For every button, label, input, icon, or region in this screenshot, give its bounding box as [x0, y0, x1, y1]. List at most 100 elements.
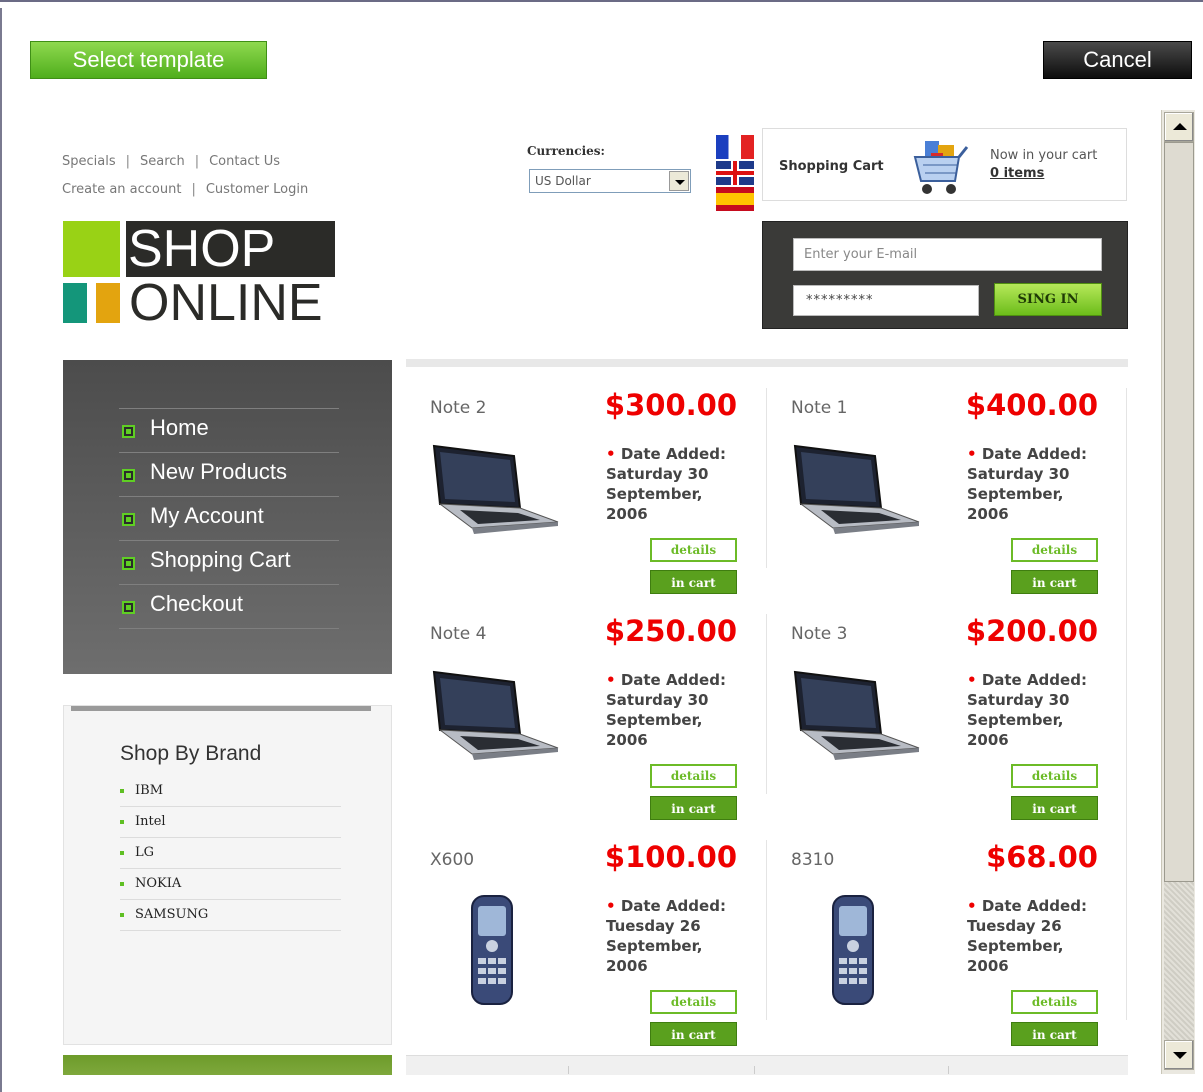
sidebar-item-label: New Products — [150, 459, 287, 484]
brand-item-nokia[interactable]: NOKIA — [120, 869, 341, 900]
date-added-label: Date Added: — [981, 897, 1087, 915]
brand-item-lg[interactable]: LG — [120, 838, 341, 869]
details-button[interactable]: details — [1011, 538, 1098, 562]
product-date: • Date Added: Saturday 30 September, 2006 — [967, 444, 1107, 524]
sidebar-bottom-bar — [63, 1055, 392, 1075]
date-added-value: Saturday 30 September, 2006 — [967, 691, 1070, 749]
date-added-value: Saturday 30 September, 2006 — [606, 691, 709, 749]
product-price: $300.00 — [604, 388, 737, 422]
link-separator: | — [125, 154, 131, 169]
product-price: $250.00 — [604, 614, 737, 648]
currencies-label: Currencies: — [527, 144, 605, 158]
laptop-image-icon[interactable] — [416, 438, 566, 558]
details-button[interactable]: details — [1011, 990, 1098, 1014]
phone-image-icon[interactable] — [777, 890, 927, 1010]
window-frame-top — [0, 0, 1203, 10]
in-cart-button[interactable]: in cart — [650, 796, 737, 820]
currency-select[interactable]: US Dollar — [529, 169, 691, 193]
sidebar-item-home[interactable]: Home — [119, 408, 339, 452]
logo-text-online: ONLINE — [129, 274, 323, 332]
link-contact-us[interactable]: Contact Us — [209, 154, 280, 169]
laptop-image-icon[interactable] — [777, 664, 927, 784]
product-name[interactable]: Note 1 — [791, 398, 847, 418]
logo-green-square — [63, 221, 120, 277]
spain-flag-icon[interactable] — [716, 187, 754, 211]
logo-text-shop: SHOP — [126, 221, 335, 277]
product-name[interactable]: Note 3 — [791, 624, 847, 644]
chevron-down-icon[interactable] — [669, 171, 689, 191]
sign-in-button[interactable]: SING IN — [994, 283, 1102, 316]
shop-by-brand-title: Shop By Brand — [120, 742, 262, 765]
uk-flag-icon[interactable] — [716, 161, 754, 185]
bullet-icon: • — [606, 671, 621, 689]
sidebar-item-new-products[interactable]: New Products — [119, 452, 339, 496]
brand-label: SAMSUNG — [135, 907, 209, 922]
in-cart-button[interactable]: in cart — [1011, 1022, 1098, 1046]
details-button[interactable]: details — [650, 764, 737, 788]
sidebar-item-shopping-cart[interactable]: Shopping Cart — [119, 540, 339, 584]
date-added-label: Date Added: — [620, 445, 726, 463]
email-field[interactable]: Enter your E-mail — [793, 238, 1102, 271]
phone-image-icon[interactable] — [416, 890, 566, 1010]
in-cart-button[interactable]: in cart — [1011, 796, 1098, 820]
product-card: Note 1 $400.00 • Date Added: Saturday 30 Se… — [767, 388, 1118, 614]
france-flag-icon[interactable] — [716, 135, 754, 159]
top-links: Specials | Search | Contact Us Create an acc… — [62, 148, 308, 204]
logo-orange-block — [96, 283, 120, 323]
scroll-track[interactable] — [1164, 882, 1194, 1040]
bullet-icon: • — [967, 671, 982, 689]
bullet-icon — [120, 882, 124, 886]
bullet-icon — [120, 789, 124, 793]
bullet-icon: • — [606, 897, 621, 915]
vertical-scrollbar[interactable] — [1161, 110, 1195, 1074]
bullet-icon — [122, 425, 135, 438]
brand-item-intel[interactable]: Intel — [120, 807, 341, 838]
cancel-button[interactable]: Cancel — [1043, 41, 1192, 79]
sidebar-nav: Home New Products My Account Shopping Ca… — [63, 360, 392, 674]
brand-box-top-bar — [71, 706, 371, 711]
password-field[interactable]: ********* — [793, 285, 979, 316]
select-template-button[interactable]: Select template — [30, 41, 267, 79]
laptop-image-icon[interactable] — [777, 438, 927, 558]
link-specials[interactable]: Specials — [62, 154, 116, 169]
details-button[interactable]: details — [650, 990, 737, 1014]
shop-by-brand-box: Shop By Brand IBM Intel LG NOKIA SAMSUNG — [63, 705, 392, 1045]
sidebar-item-my-account[interactable]: My Account — [119, 496, 339, 540]
shopping-cart-icon[interactable] — [911, 135, 971, 197]
scroll-up-arrow-icon[interactable] — [1164, 112, 1194, 142]
product-card: 8310 $68.00 • Date Added: Tuesday 26 Septem… — [767, 840, 1118, 1066]
link-search[interactable]: Search — [140, 154, 185, 169]
date-added-label: Date Added: — [981, 671, 1087, 689]
window-frame-left — [0, 8, 10, 1092]
date-added-label: Date Added: — [620, 897, 726, 915]
laptop-image-icon[interactable] — [416, 664, 566, 784]
link-create-account[interactable]: Create an account — [62, 182, 181, 197]
details-button[interactable]: details — [1011, 764, 1098, 788]
bullet-icon — [122, 557, 135, 570]
in-cart-button[interactable]: in cart — [1011, 570, 1098, 594]
in-cart-button[interactable]: in cart — [650, 570, 737, 594]
date-added-value: Saturday 30 September, 2006 — [606, 465, 709, 523]
product-price: $400.00 — [965, 388, 1098, 422]
scroll-down-arrow-icon[interactable] — [1164, 1040, 1194, 1070]
product-name[interactable]: 8310 — [791, 850, 834, 870]
bullet-icon — [120, 913, 124, 917]
product-card: Note 3 $200.00 • Date Added: Saturday 30 Se… — [767, 614, 1118, 840]
date-added-label: Date Added: — [981, 445, 1087, 463]
product-name[interactable]: Note 2 — [430, 398, 486, 418]
brand-item-ibm[interactable]: IBM — [120, 776, 341, 807]
sidebar-item-checkout[interactable]: Checkout — [119, 584, 339, 628]
shopping-cart-title: Shopping Cart — [779, 159, 884, 174]
product-card: Note 4 $250.00 • Date Added: Saturday 30 Se… — [406, 614, 757, 840]
cart-items-link[interactable]: 0 items — [990, 166, 1044, 181]
in-cart-button[interactable]: in cart — [650, 1022, 737, 1046]
shop-online-logo[interactable]: SHOP ONLINE — [63, 221, 335, 331]
scroll-thumb[interactable] — [1164, 142, 1194, 882]
brand-item-samsung[interactable]: SAMSUNG — [120, 900, 341, 931]
product-date: • Date Added: Tuesday 26 September, 2006 — [606, 896, 746, 976]
product-name[interactable]: Note 4 — [430, 624, 486, 644]
nav-divider — [119, 628, 339, 629]
product-name[interactable]: X600 — [430, 850, 474, 870]
details-button[interactable]: details — [650, 538, 737, 562]
link-customer-login[interactable]: Customer Login — [206, 182, 308, 197]
